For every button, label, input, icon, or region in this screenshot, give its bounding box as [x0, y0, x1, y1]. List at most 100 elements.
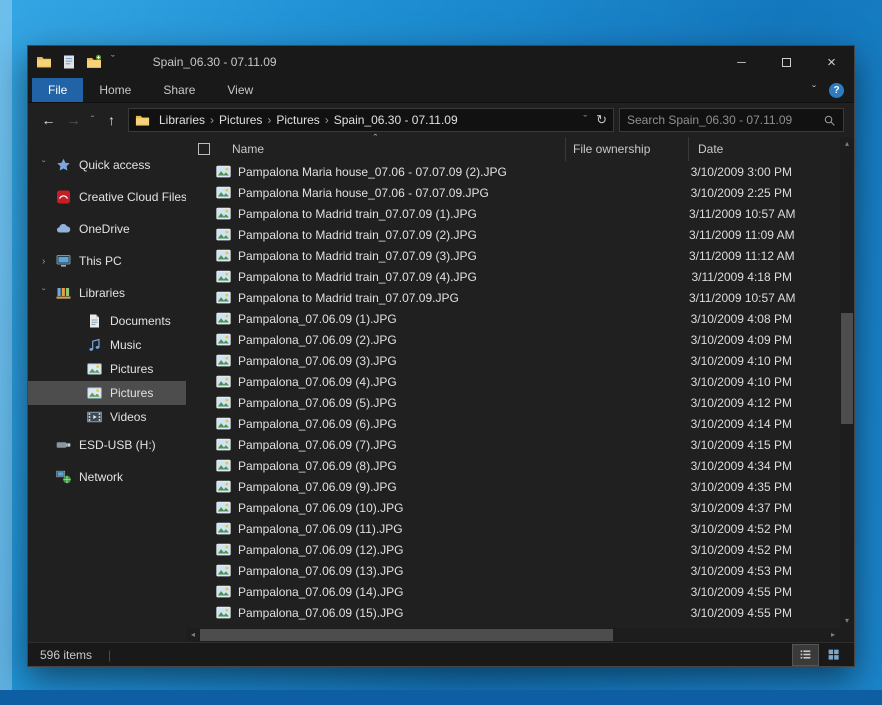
file-row[interactable]: Pampalona_07.06.09 (6).JPG3/10/2009 4:14… [186, 413, 840, 434]
file-row[interactable]: Pampalona to Madrid train_07.07.09 (3).J… [186, 245, 840, 266]
address-dropdown-chevron-icon[interactable]: ˇ [583, 114, 587, 126]
sidebar-item-label: Documents [110, 314, 171, 328]
vertical-scroll-track[interactable] [840, 151, 854, 614]
breadcrumb-item[interactable]: Spain_06.30 - 07.11.09 [329, 113, 463, 127]
file-row[interactable]: Pampalona_07.06.09 (1).JPG3/10/2009 4:08… [186, 308, 840, 329]
forward-button[interactable]: → [61, 112, 86, 128]
minimize-button[interactable]: ─ [719, 46, 764, 78]
file-row[interactable]: Pampalona to Madrid train_07.07.09 (2).J… [186, 224, 840, 245]
breadcrumb-folder-icon [135, 113, 150, 128]
close-button[interactable]: × [809, 46, 854, 78]
address-bar[interactable]: Libraries›Pictures›Pictures›Spain_06.30 … [128, 108, 614, 132]
expander-icon[interactable]: › [42, 256, 55, 267]
expander-icon[interactable]: ˇ [42, 288, 55, 299]
horizontal-scroll-track[interactable] [200, 628, 826, 642]
pictures-icon [86, 361, 103, 377]
column-label-file-ownership: File ownership [573, 142, 650, 156]
select-all-checkbox[interactable] [198, 143, 210, 155]
search-input[interactable]: Search Spain_06.30 - 07.11.09 [619, 108, 844, 132]
sidebar-item-esd-usb-h[interactable]: ESD-USB (H:) [28, 429, 186, 461]
file-date: 3/10/2009 4:52 PM [689, 543, 840, 557]
sidebar-item-quick-access[interactable]: ˇQuick access [28, 149, 186, 181]
maximize-button[interactable] [764, 46, 809, 78]
details-view-button[interactable] [793, 645, 818, 665]
photo-file-icon [216, 185, 231, 200]
file-row[interactable]: Pampalona to Madrid train_07.07.09 (1).J… [186, 203, 840, 224]
tab-file[interactable]: File [32, 78, 83, 102]
file-row[interactable]: Pampalona_07.06.09 (5).JPG3/10/2009 4:12… [186, 392, 840, 413]
new-folder-icon[interactable] [86, 54, 102, 70]
tab-share[interactable]: Share [147, 78, 211, 102]
address-bar-row: ← → ˇ ↑ Libraries›Pictures›Pictures›Spai… [28, 103, 854, 137]
sidebar-item-label: Libraries [79, 286, 125, 300]
column-header-row: Name ˆ File ownership Date [186, 137, 840, 161]
scroll-left-icon[interactable]: ◂ [186, 628, 200, 642]
file-name: Pampalona Maria house_07.06 - 07.07.09.J… [238, 186, 489, 200]
onedrive-icon [55, 221, 72, 237]
photo-file-icon [216, 164, 231, 179]
expand-ribbon-chevron-icon[interactable]: ˇ [812, 83, 816, 97]
sidebar-item-documents[interactable]: Documents [28, 309, 186, 333]
file-row[interactable]: Pampalona_07.06.09 (2).JPG3/10/2009 4:09… [186, 329, 840, 350]
horizontal-scrollbar[interactable]: ◂ ▸ [186, 628, 840, 642]
sidebar-item-pictures[interactable]: Pictures [28, 381, 186, 405]
file-row[interactable]: Pampalona_07.06.09 (3).JPG3/10/2009 4:10… [186, 350, 840, 371]
file-row[interactable]: Pampalona_07.06.09 (7).JPG3/10/2009 4:15… [186, 434, 840, 455]
refresh-icon[interactable]: ↻ [596, 112, 607, 128]
vertical-scroll-thumb[interactable] [841, 313, 853, 424]
breadcrumb-item[interactable]: Libraries [154, 113, 210, 127]
photo-file-icon [216, 605, 231, 620]
sort-ascending-icon: ˆ [374, 135, 378, 144]
sidebar-item-libraries[interactable]: ˇ Libraries [28, 277, 186, 309]
column-header-file-ownership[interactable]: File ownership [566, 137, 689, 161]
file-row[interactable]: Pampalona_07.06.09 (8).JPG3/10/2009 4:34… [186, 455, 840, 476]
file-row[interactable]: Pampalona_07.06.09 (13).JPG3/10/2009 4:5… [186, 560, 840, 581]
file-row[interactable]: Pampalona Maria house_07.06 - 07.07.09 (… [186, 161, 840, 182]
sidebar-item-videos[interactable]: Videos [28, 405, 186, 429]
file-row[interactable]: Pampalona_07.06.09 (11).JPG3/10/2009 4:5… [186, 518, 840, 539]
file-name: Pampalona to Madrid train_07.07.09 (1).J… [238, 207, 477, 221]
vertical-scrollbar[interactable]: ▴ ▾ [840, 137, 854, 642]
file-row[interactable]: Pampalona to Madrid train_07.07.09 (4).J… [186, 266, 840, 287]
file-row[interactable]: Pampalona_07.06.09 (14).JPG3/10/2009 4:5… [186, 581, 840, 602]
sidebar-item-music[interactable]: Music [28, 333, 186, 357]
horizontal-scroll-thumb[interactable] [200, 629, 613, 641]
file-row[interactable]: Pampalona_07.06.09 (15).JPG3/10/2009 4:5… [186, 602, 840, 623]
help-icon[interactable]: ? [829, 83, 844, 98]
file-row[interactable]: Pampalona_07.06.09 (10).JPG3/10/2009 4:3… [186, 497, 840, 518]
column-header-name[interactable]: Name ˆ [186, 137, 566, 161]
file-row[interactable]: Pampalona_07.06.09 (4).JPG3/10/2009 4:10… [186, 371, 840, 392]
status-divider: | [108, 648, 111, 662]
file-date: 3/10/2009 2:25 PM [689, 186, 840, 200]
file-row[interactable]: Pampalona to Madrid train_07.07.09.JPG3/… [186, 287, 840, 308]
expander-icon[interactable]: ˇ [42, 160, 55, 171]
sidebar-item-creative-cloud-files[interactable]: Creative Cloud Files [28, 181, 186, 213]
file-row[interactable]: Pampalona Maria house_07.06 - 07.07.09.J… [186, 182, 840, 203]
file-list: Pampalona Maria house_07.06 - 07.07.09 (… [186, 161, 840, 628]
back-button[interactable]: ← [36, 112, 61, 128]
file-row[interactable]: Pampalona_07.06.09 (9).JPG3/10/2009 4:35… [186, 476, 840, 497]
column-header-date[interactable]: Date [689, 137, 840, 161]
titlebar[interactable]: ˇ Spain_06.30 - 07.11.09 ─ × [28, 46, 854, 78]
column-label-name: Name [232, 142, 264, 156]
sidebar-item-onedrive[interactable]: OneDrive [28, 213, 186, 245]
up-button[interactable]: ↑ [99, 112, 124, 128]
tab-home[interactable]: Home [83, 78, 147, 102]
file-date: 3/10/2009 3:00 PM [689, 165, 840, 179]
tab-view[interactable]: View [211, 78, 269, 102]
network-icon [55, 469, 72, 485]
sidebar-item-this-pc[interactable]: ›This PC [28, 245, 186, 277]
thumbnails-view-button[interactable] [821, 645, 846, 665]
properties-icon[interactable] [61, 54, 77, 70]
maximize-icon [782, 58, 791, 67]
sidebar-item-network[interactable]: Network [28, 461, 186, 493]
recent-locations-chevron-icon[interactable]: ˇ [86, 115, 99, 126]
scroll-up-icon[interactable]: ▴ [840, 137, 854, 151]
scroll-down-icon[interactable]: ▾ [840, 614, 854, 628]
scroll-right-icon[interactable]: ▸ [826, 628, 840, 642]
breadcrumb-item[interactable]: Pictures [271, 113, 324, 127]
breadcrumb-item[interactable]: Pictures [214, 113, 267, 127]
sidebar-item-pictures[interactable]: Pictures [28, 357, 186, 381]
quick-access-toolbar-chevron-icon[interactable]: ˇ [111, 54, 115, 66]
file-row[interactable]: Pampalona_07.06.09 (12).JPG3/10/2009 4:5… [186, 539, 840, 560]
